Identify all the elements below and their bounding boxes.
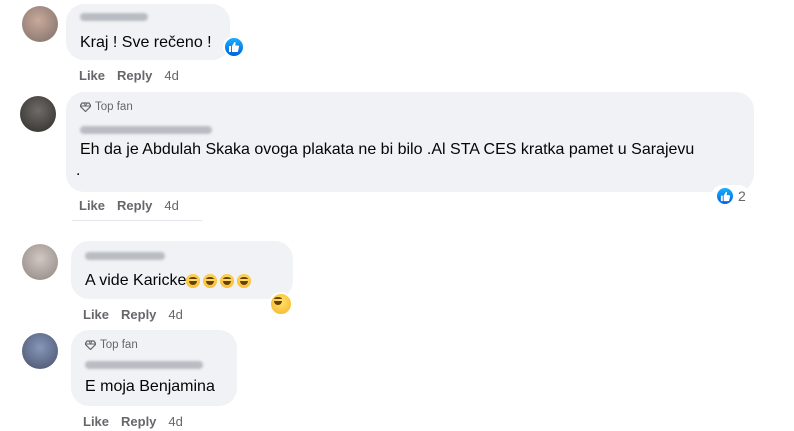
top-fan-label: Top fan bbox=[100, 339, 138, 351]
top-fan-badge: Top fan bbox=[85, 339, 138, 351]
author-name[interactable] bbox=[80, 13, 148, 21]
comment-bubble: Top fan Eh da je Abdulah Skaka ovoga pla… bbox=[66, 92, 754, 192]
timestamp[interactable]: 4d bbox=[164, 68, 178, 83]
top-fan-label: Top fan bbox=[95, 101, 133, 113]
like-link[interactable]: Like bbox=[83, 414, 109, 429]
comment-bubble: Top fan E moja Benjamina bbox=[71, 330, 237, 406]
diamond-top-fan-icon bbox=[85, 340, 96, 350]
haha-emoji-icon bbox=[220, 274, 235, 288]
haha-emoji-icon bbox=[203, 274, 218, 288]
top-fan-badge: Top fan bbox=[80, 101, 133, 113]
comment-text-row: A vide Karicke bbox=[85, 272, 252, 290]
comment-text-line-2: . bbox=[76, 162, 81, 179]
divider bbox=[72, 220, 202, 221]
haha-emoji-icon bbox=[186, 274, 201, 288]
reaction-count: 2 bbox=[738, 188, 746, 204]
comment-bubble: A vide Karicke bbox=[71, 241, 293, 299]
comment-text-line-1: Eh da je Abdulah Skaka ovoga plakata ne … bbox=[80, 141, 695, 158]
comment-text: A vide Karicke bbox=[85, 272, 187, 289]
timestamp[interactable]: 4d bbox=[168, 414, 182, 429]
comment-text: E moja Benjamina bbox=[85, 378, 215, 395]
avatar[interactable] bbox=[22, 6, 58, 42]
comment-actions: Like Reply 4d bbox=[83, 307, 183, 322]
haha-emoji-icon bbox=[237, 274, 252, 288]
avatar[interactable] bbox=[22, 244, 58, 280]
avatar[interactable] bbox=[20, 96, 56, 132]
reply-link[interactable]: Reply bbox=[121, 307, 156, 322]
like-link[interactable]: Like bbox=[79, 68, 105, 83]
like-link[interactable]: Like bbox=[79, 198, 105, 213]
comment-text: Kraj ! Sve rečeno ! bbox=[80, 34, 212, 51]
diamond-top-fan-icon bbox=[80, 102, 91, 112]
timestamp[interactable]: 4d bbox=[168, 307, 182, 322]
comment-actions: Like Reply 4d bbox=[79, 68, 179, 83]
like-link[interactable]: Like bbox=[83, 307, 109, 322]
haha-reaction-icon[interactable] bbox=[269, 292, 293, 316]
reply-link[interactable]: Reply bbox=[117, 68, 152, 83]
author-name[interactable] bbox=[80, 126, 212, 134]
comment-actions: Like Reply 4d bbox=[83, 414, 183, 429]
avatar[interactable] bbox=[22, 333, 58, 369]
comment-actions: Like Reply 4d bbox=[79, 198, 179, 213]
reply-link[interactable]: Reply bbox=[117, 198, 152, 213]
like-reaction-icon bbox=[715, 186, 735, 206]
reply-link[interactable]: Reply bbox=[121, 414, 156, 429]
reaction-summary[interactable]: 2 bbox=[712, 185, 749, 207]
like-reaction-icon[interactable] bbox=[223, 36, 245, 58]
timestamp[interactable]: 4d bbox=[164, 198, 178, 213]
author-name[interactable] bbox=[85, 361, 203, 369]
author-name[interactable] bbox=[85, 252, 165, 260]
comment-bubble: Kraj ! Sve rečeno ! bbox=[66, 4, 230, 60]
